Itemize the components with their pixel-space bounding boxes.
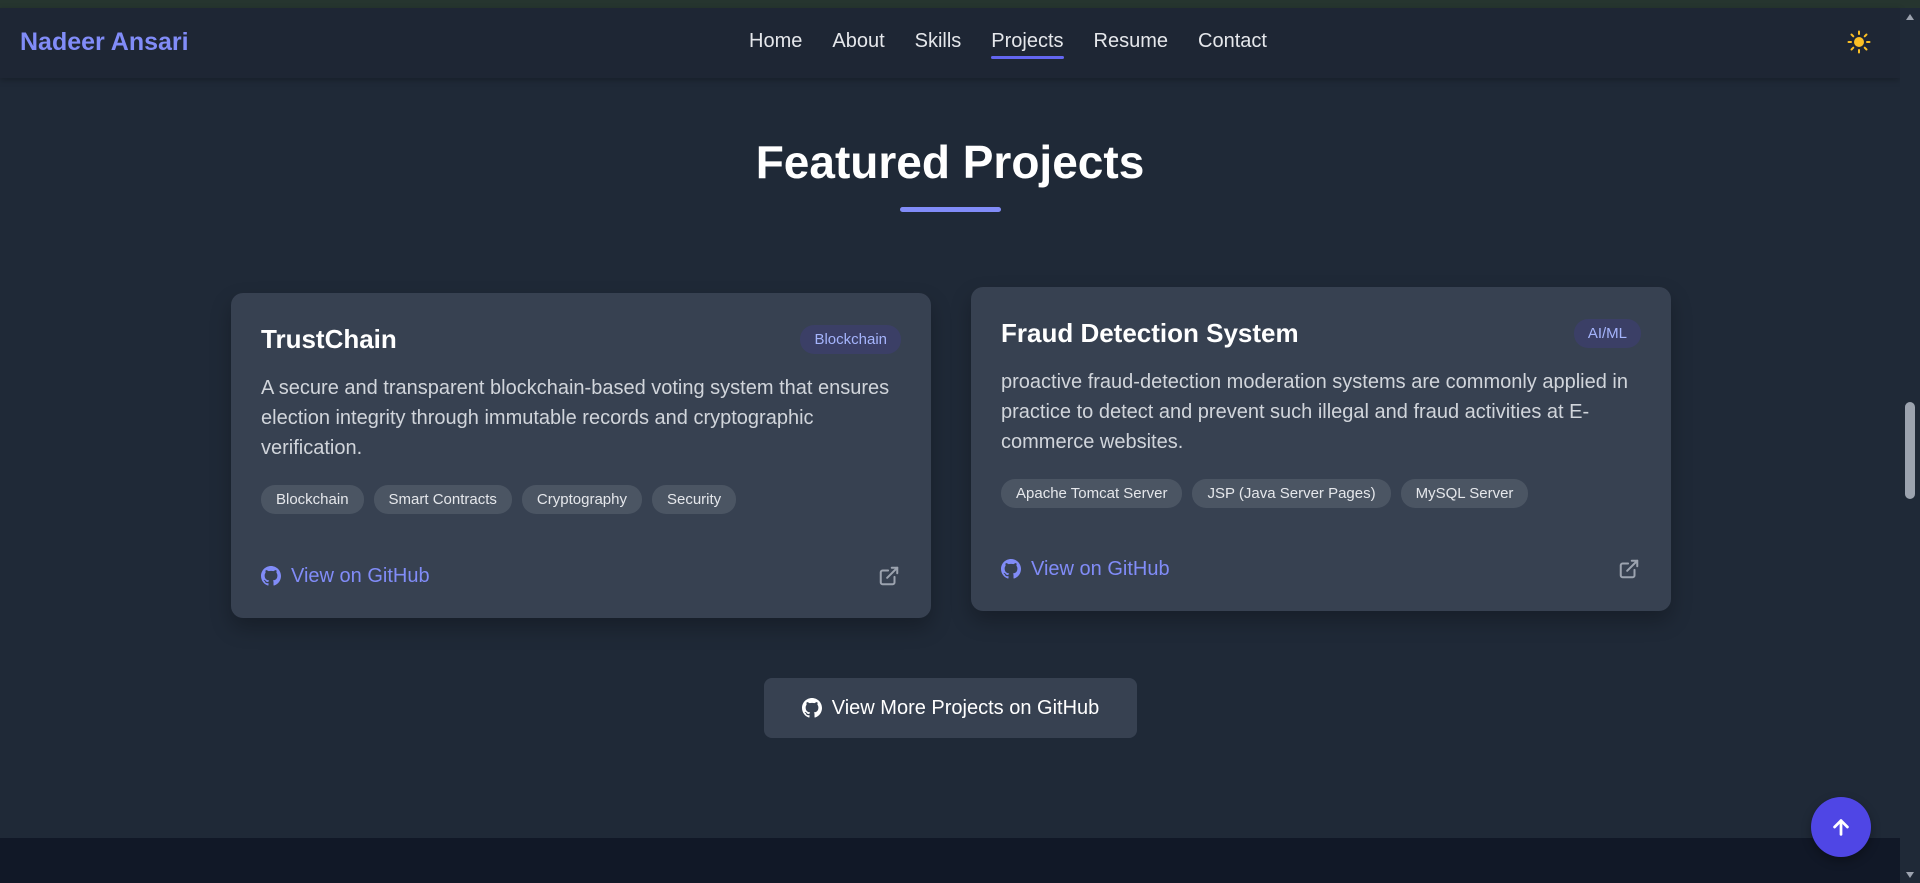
category-badge: Blockchain	[800, 324, 901, 354]
project-description: A secure and transparent blockchain-base…	[261, 377, 890, 459]
github-link[interactable]: View on GitHub	[1001, 558, 1170, 581]
nav-about[interactable]: About	[832, 30, 884, 59]
nav-links: Home About Skills Projects Resume Contac…	[749, 30, 1297, 59]
github-link[interactable]: View on GitHub	[261, 565, 430, 588]
title-underline	[900, 207, 1001, 212]
nav-contact[interactable]: Contact	[1198, 30, 1267, 59]
window-top-strip	[0, 0, 1920, 8]
project-card: TrustChain Blockchain A secure and trans…	[231, 293, 931, 618]
tech-tag: Apache Tomcat Server	[1001, 479, 1183, 508]
tech-tag: Blockchain	[261, 485, 364, 514]
scroll-down-arrow-icon[interactable]	[1905, 870, 1915, 880]
project-title: TrustChain	[261, 323, 397, 354]
view-more-projects-button[interactable]: View More Projects on GitHub	[764, 678, 1137, 738]
github-link-label: View on GitHub	[1031, 557, 1170, 580]
github-icon	[1001, 559, 1021, 579]
project-card: Fraud Detection System AI/ML proactive f…	[971, 287, 1671, 611]
tech-tag: Cryptography	[521, 485, 642, 514]
github-icon	[261, 566, 281, 586]
footer-strip	[0, 838, 1900, 883]
tag-list: Apache Tomcat Server JSP (Java Server Pa…	[1001, 479, 1641, 508]
github-icon	[801, 698, 822, 718]
nav-resume[interactable]: Resume	[1094, 30, 1168, 59]
tech-tag: Smart Contracts	[373, 485, 512, 514]
scrollbar-thumb[interactable]	[1905, 402, 1915, 499]
category-badge: AI/ML	[1573, 318, 1641, 348]
external-link-icon[interactable]	[1617, 557, 1641, 581]
view-more-label: View More Projects on GitHub	[831, 696, 1100, 719]
tech-tag: Security	[651, 485, 737, 514]
navbar: Nadeer Ansari Home About Skills Projects…	[0, 8, 1900, 78]
project-title: Fraud Detection System	[1001, 317, 1299, 348]
scroll-up-arrow-icon[interactable]	[1905, 12, 1915, 22]
tech-tag: MySQL Server	[1400, 479, 1529, 508]
theme-toggle-button[interactable]	[1845, 28, 1873, 56]
tech-tag: JSP (Java Server Pages)	[1192, 479, 1391, 508]
nav-projects[interactable]: Projects	[991, 30, 1064, 59]
scroll-to-top-button[interactable]	[1811, 797, 1871, 857]
arrow-up-icon	[1833, 819, 1849, 836]
tag-list: Blockchain Smart Contracts Cryptography …	[261, 485, 901, 514]
sun-icon	[1847, 30, 1871, 54]
github-link-label: View on GitHub	[291, 564, 430, 587]
section-title: Featured Projects	[755, 136, 1145, 188]
brand-logo[interactable]: Nadeer Ansari	[20, 28, 189, 57]
project-description: proactive fraud-detection moderation sys…	[1001, 371, 1628, 453]
nav-skills[interactable]: Skills	[915, 30, 962, 59]
nav-home[interactable]: Home	[749, 30, 802, 59]
external-link-icon[interactable]	[877, 564, 901, 588]
